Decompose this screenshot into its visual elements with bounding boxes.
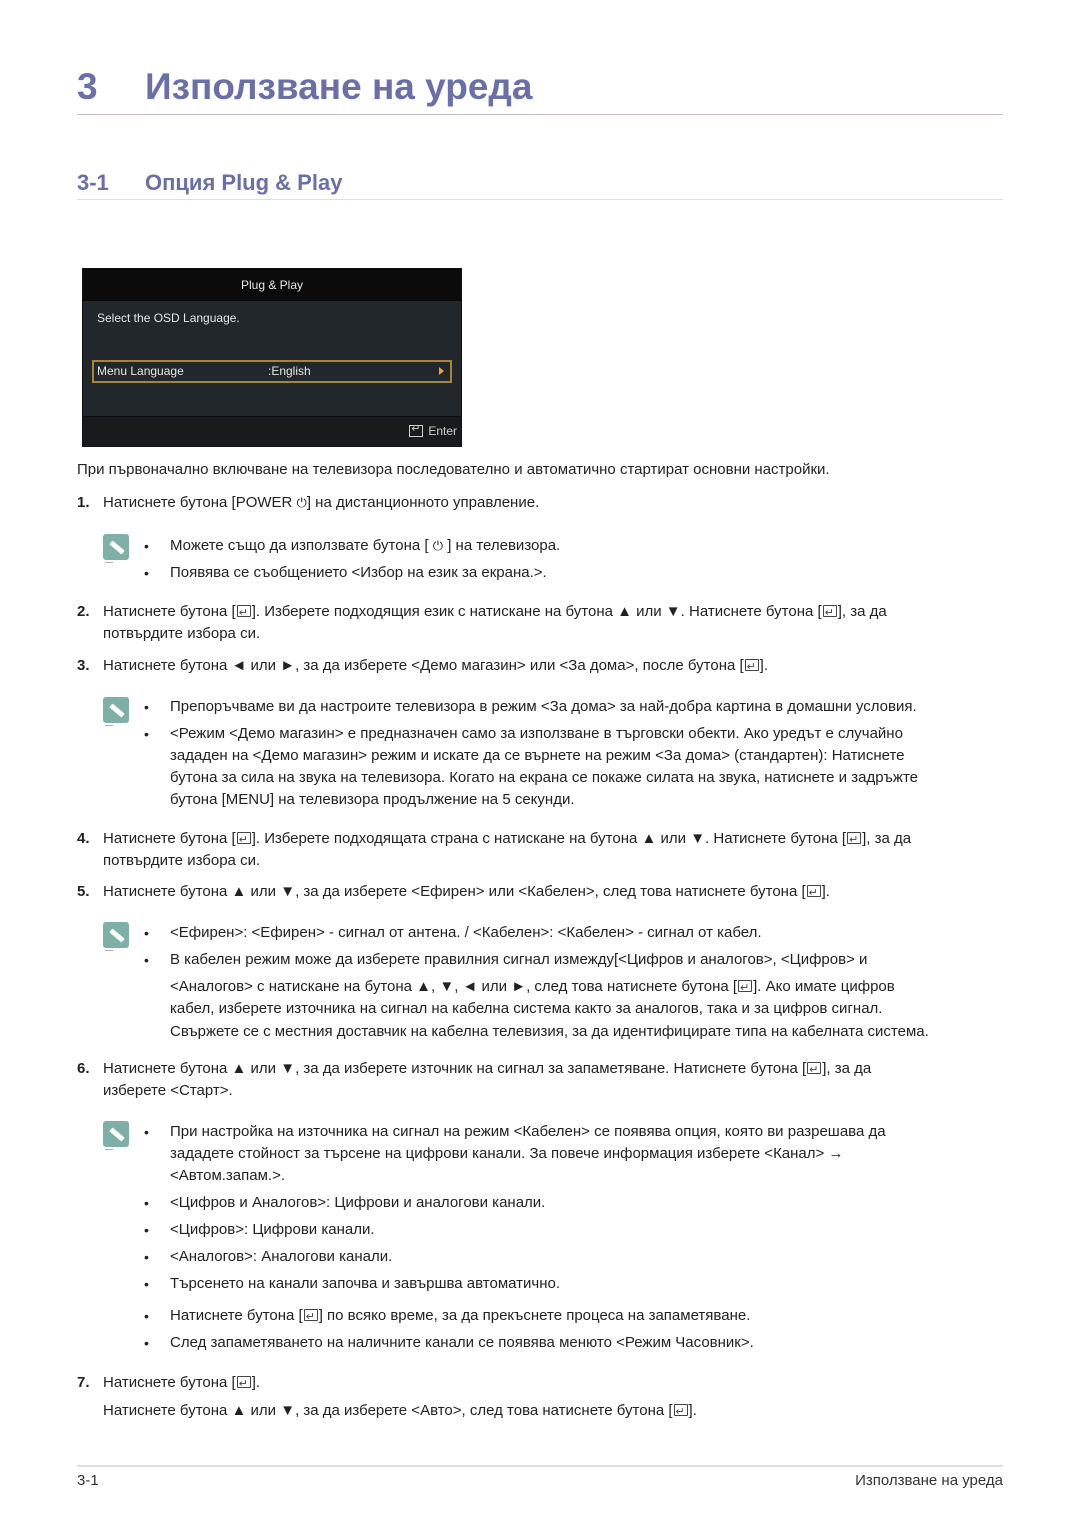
note-pencil-icon xyxy=(103,697,129,726)
note-pencil-icon xyxy=(103,534,129,563)
osd-subtitle: Select the OSD Language. xyxy=(97,311,240,325)
bullet: • xyxy=(144,925,149,941)
osd-footer: Enter xyxy=(83,416,461,446)
bullet: • xyxy=(144,1124,149,1140)
enter-key-icon xyxy=(303,1306,318,1328)
note-text: Свържете се с местния доставчик на кабел… xyxy=(170,1023,929,1041)
note-text: Можете също да използвате бутона [ ⏻ ] н… xyxy=(170,535,560,557)
footer-divider xyxy=(77,1465,1003,1467)
osd-row-label: Menu Language xyxy=(97,364,184,378)
power-icon: ⏻ xyxy=(432,538,444,553)
bullet: • xyxy=(144,1335,149,1351)
bullet: • xyxy=(144,565,149,581)
note-text: В кабелен режим може да изберете правилн… xyxy=(170,951,868,968)
chapter-heading: 3 Използване на уреда xyxy=(77,66,533,108)
arrow-right-icon xyxy=(439,367,444,375)
osd-row-value: :English xyxy=(268,364,311,378)
section-heading: 3-1 Опция Plug & Play xyxy=(77,170,342,196)
note-text: <Автом.запам.>. xyxy=(170,1167,286,1184)
chapter-title: Използване на уреда xyxy=(145,66,533,107)
note-text: Появява се съобщението <Избор на език за… xyxy=(170,564,547,581)
step-number: 2. xyxy=(77,603,90,620)
step-text: Натиснете бутона [POWER ⏻] на дистанцион… xyxy=(103,492,539,514)
enter-key-icon xyxy=(236,602,251,624)
enter-key-icon xyxy=(807,1059,822,1081)
note-text: <Аналогов>: Аналогови канали. xyxy=(170,1248,393,1265)
bullet: • xyxy=(144,1308,149,1324)
footer-chapter-title: Използване на уреда xyxy=(855,1472,1003,1489)
footer-page-number: 3-1 xyxy=(77,1472,99,1489)
step-text: Натиснете бутона ◄ или ►, за да изберете… xyxy=(103,655,768,678)
step-number: 6. xyxy=(77,1060,90,1077)
note-text: При настройка на източника на сигнал на … xyxy=(170,1123,886,1140)
bullet: • xyxy=(144,1195,149,1211)
note-text: <Ефирен>: <Ефирен> - сигнал от антена. /… xyxy=(170,924,762,941)
note-text: След запаметяването на наличните канали … xyxy=(170,1334,754,1351)
note-text: <Аналогов> с натискане на бутона ▲, ▼, ◄… xyxy=(170,976,895,999)
note-pencil-icon xyxy=(103,1121,129,1150)
chapter-number: 3 xyxy=(77,66,98,107)
step-text: Натиснете бутона []. xyxy=(103,1372,260,1395)
note-text: зададете стойност за търсене на цифрови … xyxy=(170,1145,844,1162)
step-text: потвърдите избора си. xyxy=(103,625,261,642)
enter-key-icon xyxy=(744,656,759,678)
note-text: <Цифров>: Цифрови канали. xyxy=(170,1221,375,1238)
step-text: Натиснете бутона ▲ или ▼, за да изберете… xyxy=(103,1400,697,1423)
step-text: изберете <Старт>. xyxy=(103,1082,233,1099)
osd-enter-label: Enter xyxy=(428,424,457,438)
chapter-divider xyxy=(77,114,1003,115)
note-text: <Цифров и Аналогов>: Цифрови и аналогови… xyxy=(170,1194,546,1211)
step-text: Натиснете бутона []. Изберете подходящат… xyxy=(103,828,911,851)
note-text: кабел, изберете източника на сигнал на к… xyxy=(170,1000,883,1018)
osd-title: Plug & Play xyxy=(83,269,461,301)
note-text: <Режим <Демо магазин> е предназначен сам… xyxy=(170,725,903,742)
osd-menu-language-row: Menu Language :English xyxy=(92,360,452,383)
step-text: Натиснете бутона ▲ или ▼, за да изберете… xyxy=(103,1058,871,1081)
enter-key-icon xyxy=(673,1401,688,1423)
step-text: Натиснете бутона ▲ или ▼, за да изберете… xyxy=(103,881,830,904)
note-text: Препоръчваме ви да настроите телевизора … xyxy=(170,698,917,715)
osd-enter-hint: Enter xyxy=(409,422,457,438)
section-title: Опция Plug & Play xyxy=(145,170,343,195)
note-text: Натиснете бутона [] по всяко време, за д… xyxy=(170,1305,750,1328)
step-number: 4. xyxy=(77,830,90,847)
note-text: бутона за сила на звука на телевизора. К… xyxy=(170,769,919,786)
enter-key-icon xyxy=(822,602,837,624)
bullet: • xyxy=(144,538,149,554)
step-number: 3. xyxy=(77,657,90,674)
enter-key-icon xyxy=(738,977,753,999)
step-text: Натиснете бутона []. Изберете подходящия… xyxy=(103,601,887,624)
enter-key-icon xyxy=(847,829,862,851)
section-number: 3-1 xyxy=(77,170,109,195)
bullet: • xyxy=(144,952,149,968)
bullet: • xyxy=(144,1249,149,1265)
note-text: зададен на <Демо магазин> режим и искате… xyxy=(170,747,905,764)
note-pencil-icon xyxy=(103,922,129,951)
step-number: 5. xyxy=(77,883,90,900)
osd-screenshot: Plug & Play Select the OSD Language. Men… xyxy=(82,268,462,447)
section-divider xyxy=(77,199,1003,200)
enter-icon xyxy=(409,422,424,437)
bullet: • xyxy=(144,1222,149,1238)
enter-key-icon xyxy=(806,882,821,904)
note-text: Търсенето на канали започва и завършва а… xyxy=(170,1275,560,1292)
bullet: • xyxy=(144,1276,149,1292)
step-number: 1. xyxy=(77,494,90,511)
intro-text: При първоначално включване на телевизора… xyxy=(77,461,830,478)
note-text: бутона [MENU] на телевизора продължение … xyxy=(170,791,575,808)
power-icon: ⏻ xyxy=(296,495,307,510)
bullet: • xyxy=(144,726,149,742)
bullet: • xyxy=(144,699,149,715)
step-text: потвърдите избора си. xyxy=(103,852,261,869)
enter-key-icon xyxy=(236,829,251,851)
enter-key-icon xyxy=(236,1373,251,1395)
step-number: 7. xyxy=(77,1374,90,1391)
